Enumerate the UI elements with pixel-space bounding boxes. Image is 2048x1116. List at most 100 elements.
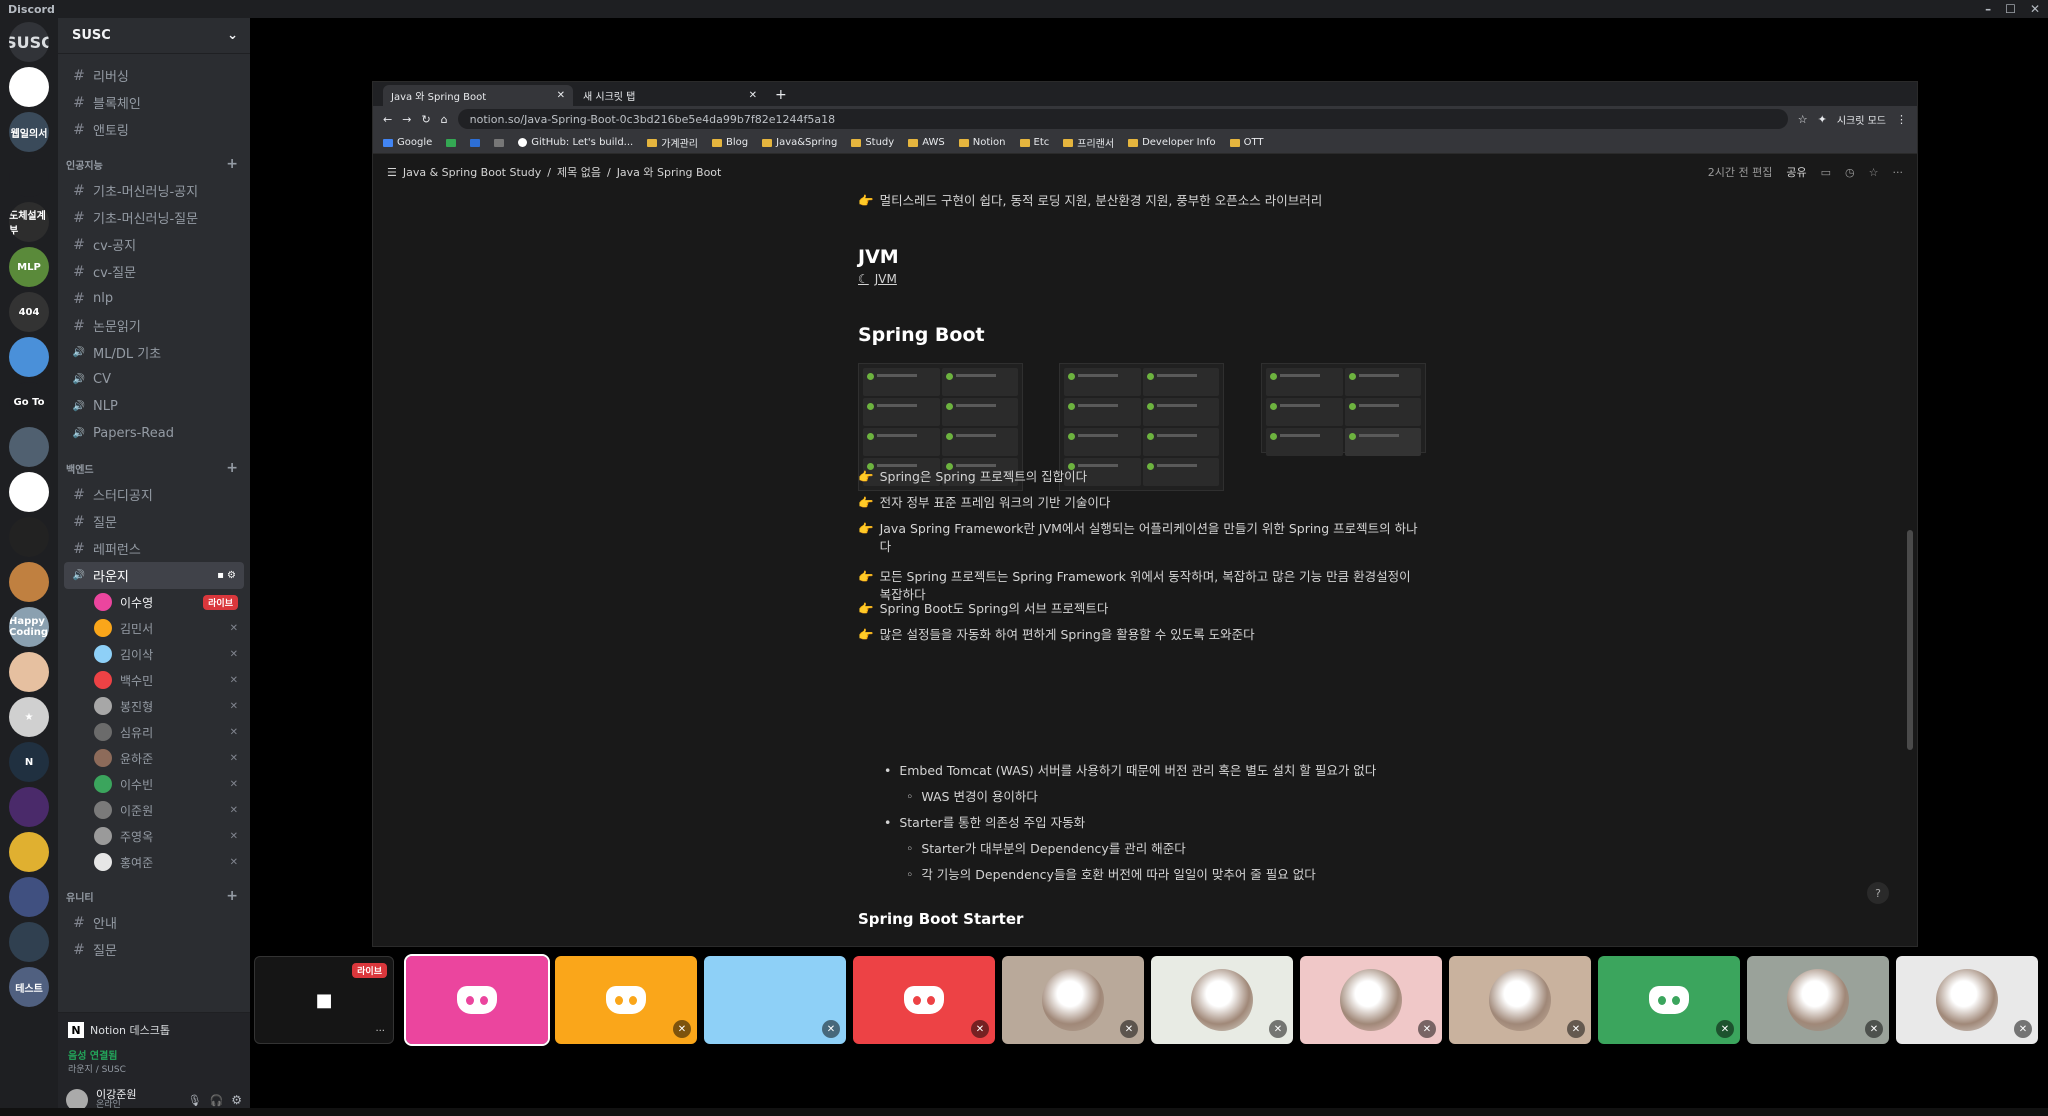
server-icon[interactable] <box>9 337 49 377</box>
close-icon[interactable]: ✕ <box>557 90 565 101</box>
more-icon[interactable]: ··· <box>375 1026 385 1037</box>
participant-tile[interactable]: ✕ <box>1896 956 2038 1044</box>
server-icon[interactable] <box>9 787 49 827</box>
tab-notion[interactable]: Java 와 Spring Boot ✕ <box>383 85 573 106</box>
tab-incognito[interactable]: 새 시크릿 탭 ✕ <box>575 85 765 106</box>
channel-text[interactable]: # 스터디공지 <box>64 481 244 508</box>
server-icon[interactable] <box>9 652 49 692</box>
bookmark-item[interactable]: Notion <box>958 137 1006 148</box>
comment-icon[interactable]: ▭ <box>1821 166 1831 179</box>
incognito-profile[interactable]: 시크릿 모드 <box>1837 112 1886 127</box>
stream-preview-tile[interactable]: 라이브 ■ ··· <box>254 956 394 1044</box>
server-icon[interactable]: 404 <box>9 292 49 332</box>
bookmark-item[interactable]: 가계관리 <box>647 135 698 150</box>
bookmark-item[interactable]: Google <box>383 137 432 148</box>
sidebar-toggle-icon[interactable]: ☰ <box>387 166 397 179</box>
voice-user[interactable]: 이수빈 ✕ <box>64 771 244 797</box>
bookmark-item[interactable] <box>494 138 505 147</box>
reload-icon[interactable]: ↻ <box>421 113 430 126</box>
channel-text[interactable]: # 기초-머신러닝-질문 <box>64 204 244 231</box>
channel-text[interactable]: # cv-공지 <box>64 231 244 258</box>
extensions-icon[interactable]: ✦ <box>1818 113 1827 126</box>
server-icon[interactable]: MLP <box>9 247 49 287</box>
url-input[interactable]: notion.so/Java-Spring-Boot-0c3bd216be5e4… <box>457 109 1788 129</box>
forward-icon[interactable]: → <box>402 113 411 126</box>
bookmark-item[interactable]: Java&Spring <box>762 137 837 148</box>
mic-muted-icon[interactable]: 🎙 <box>188 1094 202 1107</box>
voice-user[interactable]: 이준원 ✕ <box>64 797 244 823</box>
favorite-icon[interactable]: ☆ <box>1869 166 1879 179</box>
help-button[interactable]: ? <box>1867 882 1889 904</box>
channel-text[interactable]: # 논문읽기 <box>64 312 244 339</box>
scrollbar[interactable] <box>1907 530 1913 750</box>
maximize-icon[interactable]: ☐ <box>2005 2 2016 16</box>
voice-user[interactable]: 봉진형 ✕ <box>64 693 244 719</box>
spring-projects-image[interactable] <box>1261 363 1426 456</box>
category-header[interactable]: 인공지능 + <box>64 151 244 177</box>
category-header[interactable]: 유니티 + <box>64 883 244 909</box>
category-header[interactable]: 백엔드 + <box>64 455 244 481</box>
channel-voice-lounge[interactable]: 🔊 라운지 ▪ ⚙ <box>64 562 244 589</box>
channel-text[interactable]: # nlp <box>64 285 244 312</box>
server-icon[interactable]: X <box>9 67 49 107</box>
channel-tools-icon[interactable]: ▪ ⚙ <box>217 570 236 581</box>
channel-text[interactable]: # 질문 <box>64 936 244 963</box>
server-icon[interactable]: N <box>9 742 49 782</box>
voice-user[interactable]: 주영옥 ✕ <box>64 823 244 849</box>
server-icon[interactable] <box>9 157 49 197</box>
plus-icon[interactable]: + <box>226 888 238 904</box>
server-icon[interactable] <box>9 562 49 602</box>
participant-tile[interactable]: ✕ <box>1300 956 1442 1044</box>
star-icon[interactable]: ☆ <box>1798 113 1808 126</box>
plus-icon[interactable]: + <box>226 460 238 476</box>
voice-user[interactable]: 심유리 ✕ <box>64 719 244 745</box>
server-icon[interactable] <box>9 472 49 512</box>
participant-tile[interactable]: ✕ <box>853 956 995 1044</box>
server-icon[interactable] <box>9 832 49 872</box>
voice-user[interactable]: 이수영 라이브 <box>64 589 244 615</box>
voice-location[interactable]: 라운지 / SUSC <box>68 1062 240 1075</box>
plus-icon[interactable]: + <box>226 156 238 172</box>
voice-user[interactable]: 김민서 ✕ <box>64 615 244 641</box>
participant-tile[interactable] <box>404 954 550 1046</box>
participant-tile[interactable]: ✕ <box>1747 956 1889 1044</box>
crumb-1[interactable]: Java & Spring Boot Study <box>403 166 541 179</box>
bookmark-item[interactable]: Developer Info <box>1128 137 1216 148</box>
server-icon[interactable] <box>9 427 49 467</box>
clock-icon[interactable]: ◷ <box>1845 166 1855 179</box>
gear-icon[interactable]: ⚙ <box>231 1093 242 1107</box>
server-icon[interactable]: 테스트 <box>9 967 49 1007</box>
participant-tile[interactable]: ✕ <box>1002 956 1144 1044</box>
share-button[interactable]: 공유 <box>1786 164 1806 180</box>
channel-text[interactable]: # 질문 <box>64 508 244 535</box>
channel-text[interactable]: # 리버싱 <box>64 62 244 89</box>
home-icon[interactable]: ⌂ <box>441 113 448 126</box>
bookmark-item[interactable]: GitHub: Let's build... <box>518 137 633 148</box>
voice-user[interactable]: 윤하준 ✕ <box>64 745 244 771</box>
channel-text[interactable]: # 레퍼런스 <box>64 535 244 562</box>
bookmark-item[interactable]: Etc <box>1019 137 1049 148</box>
bookmark-item[interactable]: Study <box>851 137 894 148</box>
server-icon[interactable]: Happy Coding <box>9 607 49 647</box>
channel-text[interactable]: # 블록체인 <box>64 89 244 116</box>
bookmark-item[interactable]: Blog <box>712 137 748 148</box>
menu-icon[interactable]: ⋮ <box>1896 113 1907 126</box>
bookmark-item[interactable]: 프리랜서 <box>1063 135 1114 150</box>
voice-user[interactable]: 백수민 ✕ <box>64 667 244 693</box>
server-icon[interactable]: 웹일의서 <box>9 112 49 152</box>
server-icon[interactable]: 도체설계부 <box>9 202 49 242</box>
server-icon[interactable] <box>9 922 49 962</box>
chevron-down-icon[interactable]: ⌄ <box>227 28 238 43</box>
server-icon[interactable] <box>9 517 49 557</box>
participant-tile[interactable]: ✕ <box>704 956 846 1044</box>
channel-text[interactable]: # 앤토링 <box>64 116 244 143</box>
channel-voice[interactable]: 🔊 CV <box>64 366 244 393</box>
channel-voice[interactable]: 🔊 NLP <box>64 393 244 420</box>
channel-text[interactable]: # 안내 <box>64 909 244 936</box>
participant-tile[interactable]: ✕ <box>1151 956 1293 1044</box>
channel-text[interactable]: # 기초-머신러닝-공지 <box>64 177 244 204</box>
server-icon[interactable] <box>9 877 49 917</box>
bookmark-item[interactable] <box>446 138 457 147</box>
participant-tile[interactable]: ✕ <box>1449 956 1591 1044</box>
participant-tile[interactable]: ✕ <box>555 956 697 1044</box>
